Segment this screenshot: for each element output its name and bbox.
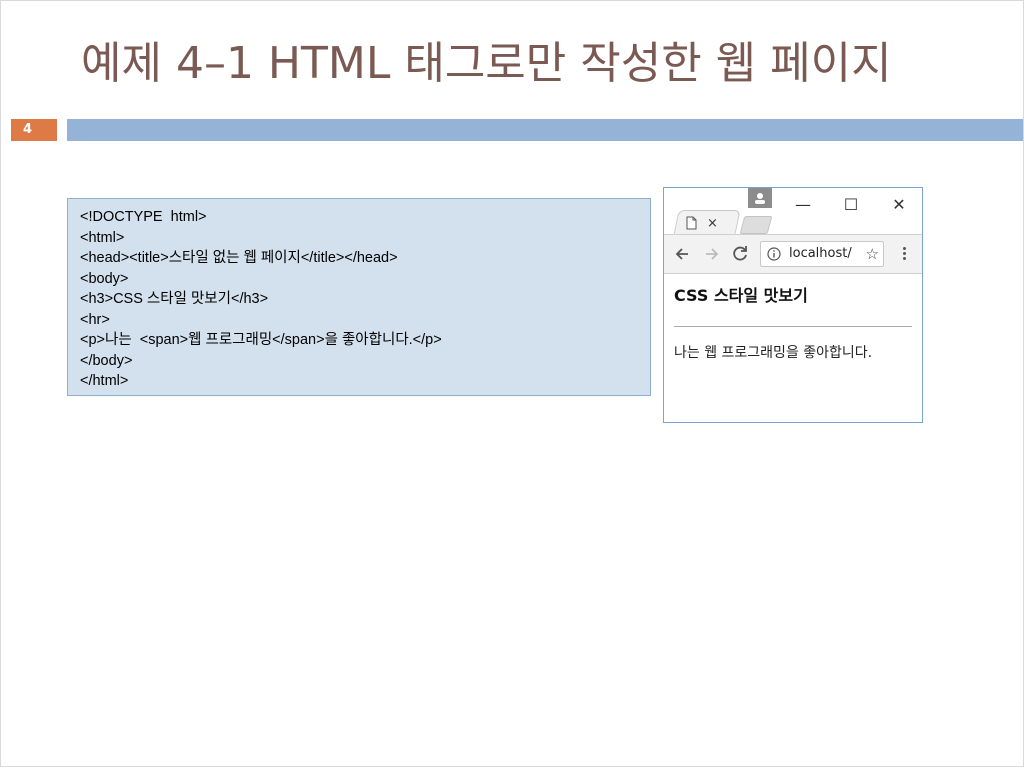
url-text[interactable]: localhost/ xyxy=(789,242,855,266)
minimize-button[interactable]: — xyxy=(788,190,818,220)
page-icon xyxy=(686,216,697,230)
close-window-button[interactable]: ✕ xyxy=(884,190,914,220)
menu-dots-icon[interactable] xyxy=(900,245,908,265)
code-line: <h3>CSS 스타일 맛보기</h3> xyxy=(80,291,269,307)
browser-titlebar: — ☐ ✕ × xyxy=(664,188,922,235)
profile-icon xyxy=(755,193,765,204)
accent-bar xyxy=(67,119,1023,141)
tab-close-icon[interactable]: × xyxy=(707,216,718,231)
slide-title: 예제 4–1 HTML 태그로만 작성한 웹 페이지 xyxy=(81,38,892,89)
code-line: <hr> xyxy=(80,311,110,328)
slide-number: 4 xyxy=(11,119,57,141)
forward-arrow-icon[interactable] xyxy=(702,244,722,264)
info-icon[interactable] xyxy=(767,247,781,261)
maximize-button[interactable]: ☐ xyxy=(836,190,866,220)
code-line: <!DOCTYPE html> xyxy=(80,209,207,225)
code-line: </body> xyxy=(80,352,133,369)
code-line: </html> xyxy=(80,373,129,389)
profile-button[interactable] xyxy=(748,188,772,208)
code-box: <!DOCTYPE html> <html> <head><title>스타일 … xyxy=(67,198,651,396)
browser-viewport: CSS 스타일 맛보기 나는 웹 프로그래밍을 좋아합니다. xyxy=(664,274,922,422)
code-line: <p>나는 <span>웹 프로그래밍</span>을 좋아합니다.</p> xyxy=(80,332,442,348)
code-line: <head><title>스타일 없는 웹 페이지</title></head> xyxy=(80,250,398,266)
address-bar[interactable]: localhost/ ☆ xyxy=(760,241,884,267)
browser-window: — ☐ ✕ × localhost/ ☆ CSS 스타일 맛보기 나는 웹 프로… xyxy=(663,187,923,423)
back-arrow-icon[interactable] xyxy=(672,244,692,264)
page-divider xyxy=(674,326,912,327)
star-icon[interactable]: ☆ xyxy=(866,244,879,264)
new-tab-button[interactable] xyxy=(739,216,773,234)
browser-tab-content: × xyxy=(686,212,718,234)
page-paragraph: 나는 웹 프로그래밍을 좋아합니다. xyxy=(674,345,873,361)
browser-toolbar: localhost/ ☆ xyxy=(664,234,922,274)
reload-icon[interactable] xyxy=(730,244,750,264)
page-heading: CSS 스타일 맛보기 xyxy=(674,286,808,305)
slide: 예제 4–1 HTML 태그로만 작성한 웹 페이지 4 <!DOCTYPE h… xyxy=(0,0,1024,767)
code-line: <html> xyxy=(80,229,125,246)
code-line: <body> xyxy=(80,270,129,287)
